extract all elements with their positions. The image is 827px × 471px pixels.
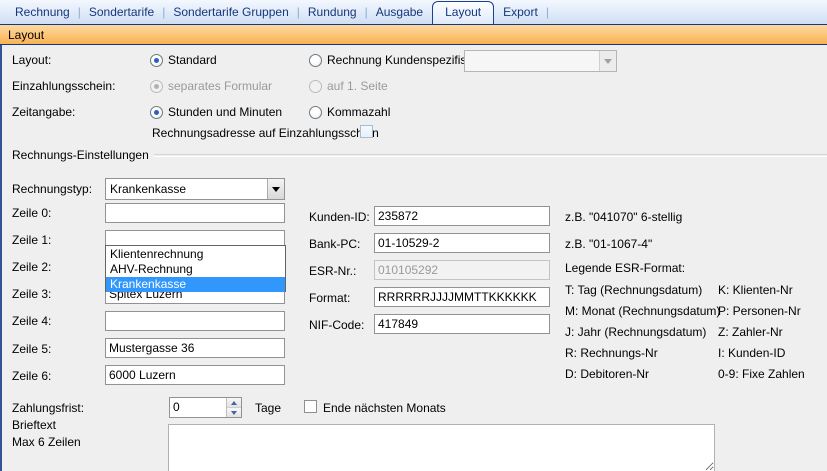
rechnungstyp-combobox[interactable]: Krankenkasse <box>105 178 285 200</box>
zeile0-input[interactable] <box>105 203 285 223</box>
content-panel: Layout: Standard Rechnung Kundenspezifis… <box>0 45 827 471</box>
rechnungstyp-dropdown-list: Klientenrechnung AHV-Rechnung Krankenkas… <box>105 245 286 292</box>
nif-code-input[interactable] <box>374 314 550 334</box>
esr-nr-label: ESR-Nr.: <box>309 264 356 278</box>
tab-layout-selected[interactable]: Layout <box>432 1 494 24</box>
legend-p: P: Personen-Nr <box>718 304 801 318</box>
radio-kundenspezifisch-label[interactable]: Rechnung Kundenspezifisch <box>327 53 479 67</box>
section-header-bar: Layout <box>0 24 827 45</box>
chevron-down-icon <box>604 59 612 64</box>
zeile2-label: Zeile 2: <box>12 260 51 274</box>
chevron-down-icon <box>272 187 280 192</box>
tab-rechnung[interactable]: Rechnung <box>8 1 77 24</box>
tab-export[interactable]: Export <box>496 1 545 24</box>
ende-monats-checkbox[interactable] <box>304 400 317 413</box>
zeile5-input[interactable] <box>105 338 285 358</box>
layout-label: Layout: <box>12 53 51 67</box>
format-label: Format: <box>309 291 350 305</box>
zeitangabe-label: Zeitangabe: <box>12 105 75 119</box>
zeile6-label: Zeile 6: <box>12 369 51 383</box>
spinner-up-button[interactable] <box>227 398 241 407</box>
rechnungstyp-label: Rechnungstyp: <box>12 182 92 196</box>
zahlungsfrist-label: Zahlungsfrist: <box>12 401 84 415</box>
radio-kundenspezifisch[interactable] <box>309 54 322 67</box>
legend-t: T: Tag (Rechnungsdatum) <box>565 283 702 297</box>
brieftext-textarea[interactable] <box>168 424 715 471</box>
zeile6-input[interactable] <box>105 365 285 385</box>
rechnungstyp-dropdown-button[interactable] <box>267 179 284 199</box>
zahlungsfrist-value[interactable]: 0 <box>170 398 226 417</box>
tab-bar: Rechnung | Sondertarife | Sondertarife G… <box>0 0 827 24</box>
esr-nr-input <box>374 260 550 280</box>
zeile4-label: Zeile 4: <box>12 314 51 328</box>
group-title: Rechnungs-Einstellungen <box>12 148 149 162</box>
radio-separates-formular <box>150 80 163 93</box>
bank-pc-label: Bank-PC: <box>309 237 360 251</box>
radio-stunden-minuten[interactable] <box>150 106 163 119</box>
section-header-title: Layout <box>8 28 44 42</box>
tab-rundung[interactable]: Rundung <box>301 1 364 24</box>
bank-pc-hint: z.B. "01-1067-4" <box>565 237 652 251</box>
rechnungsadresse-checkbox-label: Rechnungsadresse auf Einzahlungsschein <box>152 126 379 140</box>
zeile5-label: Zeile 5: <box>12 342 51 356</box>
radio-kommazahl[interactable] <box>309 106 322 119</box>
legend-title: Legende ESR-Format: <box>565 261 685 275</box>
tab-separator: | <box>545 1 550 24</box>
layout-settings-page: Rechnung | Sondertarife | Sondertarife G… <box>0 0 827 471</box>
dropdown-option-krankenkasse-selected[interactable]: Krankenkasse <box>106 277 285 292</box>
dropdown-option-ahv-rechnung[interactable]: AHV-Rechnung <box>106 262 285 277</box>
zeile0-label: Zeile 0: <box>12 206 51 220</box>
zeile3-label: Zeile 3: <box>12 287 51 301</box>
legend-j: J: Jahr (Rechnungsdatum) <box>565 325 706 339</box>
tab-sondertarife[interactable]: Sondertarife <box>82 1 161 24</box>
arrow-up-icon <box>231 401 237 405</box>
radio-separates-formular-label: separates Formular <box>168 79 272 93</box>
tage-label: Tage <box>255 401 281 415</box>
legend-r: R: Rechnungs-Nr <box>565 346 658 360</box>
bank-pc-input[interactable] <box>374 233 550 253</box>
ende-monats-checkbox-label[interactable]: Ende nächsten Monats <box>323 401 446 415</box>
spinner-down-button[interactable] <box>227 407 241 417</box>
radio-auf-erste-seite-label: auf 1. Seite <box>327 79 388 93</box>
legend-fixe-zahlen: 0-9: Fixe Zahlen <box>718 367 805 381</box>
radio-stunden-minuten-label[interactable]: Stunden und Minuten <box>168 105 282 119</box>
rechnungstyp-combobox-value: Krankenkasse <box>106 182 267 196</box>
combobox-dropdown-button <box>599 51 616 71</box>
kunden-id-input[interactable] <box>374 206 550 226</box>
max-zeilen-label: Max 6 Zeilen <box>12 435 81 449</box>
radio-kommazahl-label[interactable]: Kommazahl <box>327 105 390 119</box>
einzahlungsschein-label: Einzahlungsschein: <box>12 79 115 93</box>
legend-m: M: Monat (Rechnungsdatum) <box>565 304 720 318</box>
kundenspezifisch-combobox <box>464 50 617 72</box>
legend-i: I: Kunden-ID <box>718 346 785 360</box>
arrow-down-icon <box>231 411 237 415</box>
group-divider <box>154 154 827 156</box>
zeile1-label: Zeile 1: <box>12 233 51 247</box>
legend-z: Z: Zahler-Nr <box>718 325 783 339</box>
zeile4-input[interactable] <box>105 311 285 331</box>
tab-sondertarife-gruppen[interactable]: Sondertarife Gruppen <box>166 1 295 24</box>
format-input[interactable] <box>374 287 550 307</box>
radio-standard-label[interactable]: Standard <box>168 53 217 67</box>
legend-d: D: Debitoren-Nr <box>565 367 649 381</box>
radio-auf-erste-seite <box>309 80 322 93</box>
zahlungsfrist-spinner[interactable]: 0 <box>169 397 242 418</box>
kunden-id-label: Kunden-ID: <box>309 210 370 224</box>
legend-k: K: Klienten-Nr <box>718 283 793 297</box>
dropdown-option-klientenrechnung[interactable]: Klientenrechnung <box>106 247 285 262</box>
brieftext-label: Brieftext <box>12 418 56 432</box>
nif-code-label: NIF-Code: <box>309 318 364 332</box>
rechnungsadresse-checkbox[interactable] <box>360 125 373 138</box>
spinner-buttons <box>226 398 241 417</box>
radio-standard[interactable] <box>150 54 163 67</box>
tab-ausgabe[interactable]: Ausgabe <box>369 1 430 24</box>
kunden-id-hint: z.B. "041070" 6-stellig <box>565 210 682 224</box>
